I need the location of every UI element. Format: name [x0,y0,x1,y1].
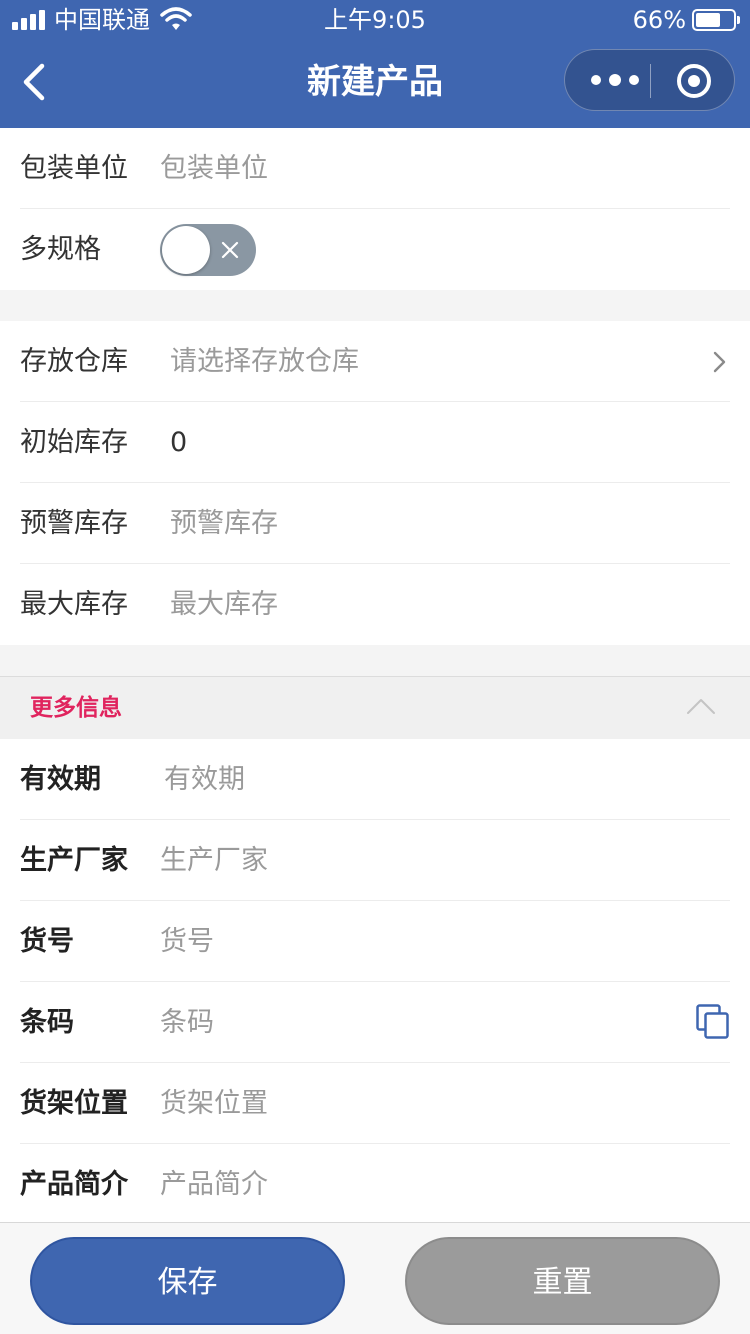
shelf-location-input[interactable]: 货架位置 [160,1063,268,1144]
miniprogram-capsule [564,49,735,111]
close-icon [221,241,239,259]
capsule-divider [650,64,651,98]
more-info-title: 更多信息 [30,695,122,721]
manufacturer-row: 生产厂家 生产厂家 [20,820,730,901]
product-intro-input[interactable]: 产品简介 [160,1144,268,1225]
packaging-unit-row: 包装单位 包装单位 [20,128,730,209]
toggle-knob [162,226,210,274]
barcode-row: 条码 条码 [20,982,730,1063]
battery-percent: 66% [632,6,686,34]
barcode-label: 条码 [20,1007,74,1038]
target-icon[interactable] [677,64,711,98]
multi-spec-label: 多规格 [20,234,101,265]
more-dots-icon[interactable] [585,50,649,112]
save-button[interactable]: 保存 [30,1237,345,1325]
nav-bar: 新建产品 [0,40,750,128]
warning-stock-label: 预警库存 [20,508,128,539]
more-info-header[interactable]: 更多信息 [0,676,750,739]
max-stock-label: 最大库存 [20,589,128,620]
basic-section: 包装单位 包装单位 多规格 [0,128,750,290]
battery-icon [692,9,740,31]
warehouse-select[interactable]: 请选择存放仓库 [170,321,359,402]
initial-stock-input[interactable]: 0 [170,402,187,483]
multi-spec-toggle[interactable] [160,224,256,276]
warning-stock-row: 预警库存 预警库存 [20,483,730,564]
chevron-right-icon [713,351,726,373]
packaging-unit-label: 包装单位 [20,153,128,184]
warehouse-label: 存放仓库 [20,346,128,377]
expiry-label: 有效期 [20,764,101,795]
product-intro-label: 产品简介 [20,1169,128,1200]
shelf-location-label: 货架位置 [20,1088,128,1119]
product-intro-row: 产品简介 产品简介 [20,1144,730,1225]
multi-spec-row: 多规格 [20,209,730,290]
manufacturer-label: 生产厂家 [20,845,128,876]
shelf-location-row: 货架位置 货架位置 [20,1063,730,1144]
manufacturer-input[interactable]: 生产厂家 [160,820,268,901]
expiry-row: 有效期 有效期 [20,739,730,820]
initial-stock-label: 初始库存 [20,427,128,458]
item-number-input[interactable]: 货号 [160,901,214,982]
action-bar: 保存 重置 [0,1222,750,1334]
item-number-label: 货号 [20,926,74,957]
reset-button[interactable]: 重置 [405,1237,720,1325]
max-stock-row: 最大库存 最大库存 [20,564,730,645]
inventory-section: 存放仓库 请选择存放仓库 初始库存 0 预警库存 预警库存 最大库存 最大库存 [0,321,750,645]
item-number-row: 货号 货号 [20,901,730,982]
warning-stock-input[interactable]: 预警库存 [170,483,278,564]
packaging-unit-input[interactable]: 包装单位 [160,128,268,209]
status-bar: 中国联通 上午9:05 66% [0,0,750,40]
chevron-up-icon[interactable] [686,697,716,715]
expiry-input[interactable]: 有效期 [164,739,245,820]
initial-stock-row: 初始库存 0 [20,402,730,483]
barcode-input[interactable]: 条码 [160,982,214,1063]
top-bar: 中国联通 上午9:05 66% 新建产品 [0,0,750,128]
max-stock-input[interactable]: 最大库存 [170,564,278,645]
more-info-section: 有效期 有效期 生产厂家 生产厂家 货号 货号 条码 条码 货架位置 货架位置 … [0,739,750,1225]
scan-copy-icon[interactable] [696,1004,730,1040]
warehouse-row[interactable]: 存放仓库 请选择存放仓库 [20,321,730,402]
